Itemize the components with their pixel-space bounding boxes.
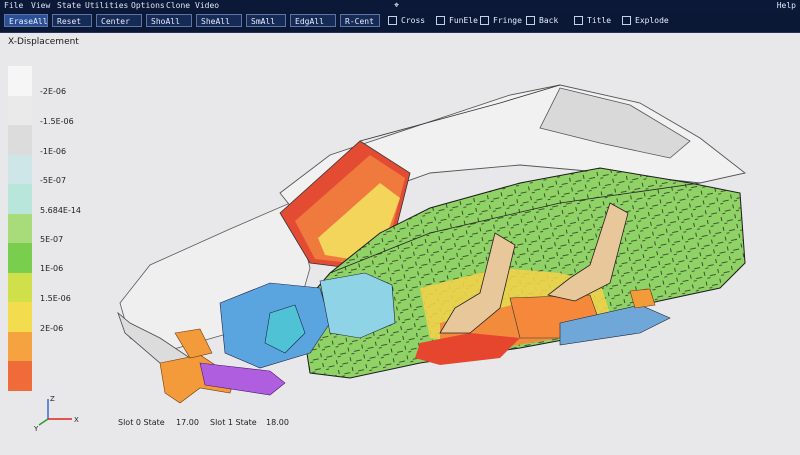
menu-video[interactable]: Video — [195, 0, 219, 12]
reset-button[interactable]: Reset — [52, 14, 92, 27]
menu-options[interactable]: Options — [131, 0, 165, 12]
crosshair-icon: ⌖ — [394, 1, 400, 11]
menu-bar: File View State Utilities Options Clone … — [0, 0, 800, 12]
r-cent-button[interactable]: R-Cent — [340, 14, 380, 27]
checkbox-box[interactable] — [480, 16, 489, 25]
checkbox-box[interactable] — [388, 16, 397, 25]
axis-y-label: Y — [34, 425, 39, 433]
menu-utilities[interactable]: Utilities — [85, 0, 128, 12]
checkbox-box[interactable] — [526, 16, 535, 25]
checkbox-box[interactable] — [574, 16, 583, 25]
car-body-model[interactable] — [0, 33, 800, 455]
title-label: Title — [587, 16, 612, 25]
back-label: Back — [539, 16, 559, 25]
funele-checkbox[interactable]: FunEle — [436, 15, 478, 27]
fringe-checkbox[interactable]: Fringe — [480, 15, 522, 27]
graphics-viewport[interactable]: X-Displacement -2E-06 -1.5E-06 -1E-06 -5… — [0, 33, 800, 455]
erase-all-button[interactable]: EraseAll — [4, 14, 48, 27]
title-checkbox[interactable]: Title — [574, 15, 611, 27]
back-checkbox[interactable]: Back — [526, 15, 558, 27]
checkbox-box[interactable] — [622, 16, 631, 25]
checkbox-box[interactable] — [436, 16, 445, 25]
cross-checkbox[interactable]: Cross — [388, 15, 425, 27]
slot-1-state-value: 18.00 — [266, 418, 289, 427]
menu-view[interactable]: View — [31, 0, 50, 12]
show-all-button[interactable]: ShoAll — [146, 14, 192, 27]
axis-z-label: Z — [50, 395, 55, 403]
fringe-label: Fringe — [493, 16, 522, 25]
axis-x-label: X — [74, 416, 79, 424]
axis-triad-icon: Z Y X — [34, 395, 79, 433]
funele-label: FunEle — [449, 16, 478, 25]
edge-all-button[interactable]: EdgAll — [290, 14, 336, 27]
explode-label: Explode — [635, 16, 669, 25]
slot-0-state-value: 17.00 — [176, 418, 199, 427]
toolbar: EraseAll Reset Center ShoAll SheAll SmAl… — [0, 12, 800, 33]
explode-checkbox[interactable]: Explode — [622, 15, 669, 27]
slot-1-state-label: Slot 1 State — [210, 418, 257, 427]
shell-all-button[interactable]: SheAll — [196, 14, 242, 27]
menu-file[interactable]: File — [4, 0, 23, 12]
menu-clone[interactable]: Clone — [166, 0, 190, 12]
center-button[interactable]: Center — [96, 14, 142, 27]
menu-help[interactable]: Help — [777, 0, 796, 12]
cross-label: Cross — [401, 16, 426, 25]
smooth-all-button[interactable]: SmAll — [246, 14, 286, 27]
menu-state[interactable]: State — [57, 0, 81, 12]
slot-0-state-label: Slot 0 State — [118, 418, 165, 427]
